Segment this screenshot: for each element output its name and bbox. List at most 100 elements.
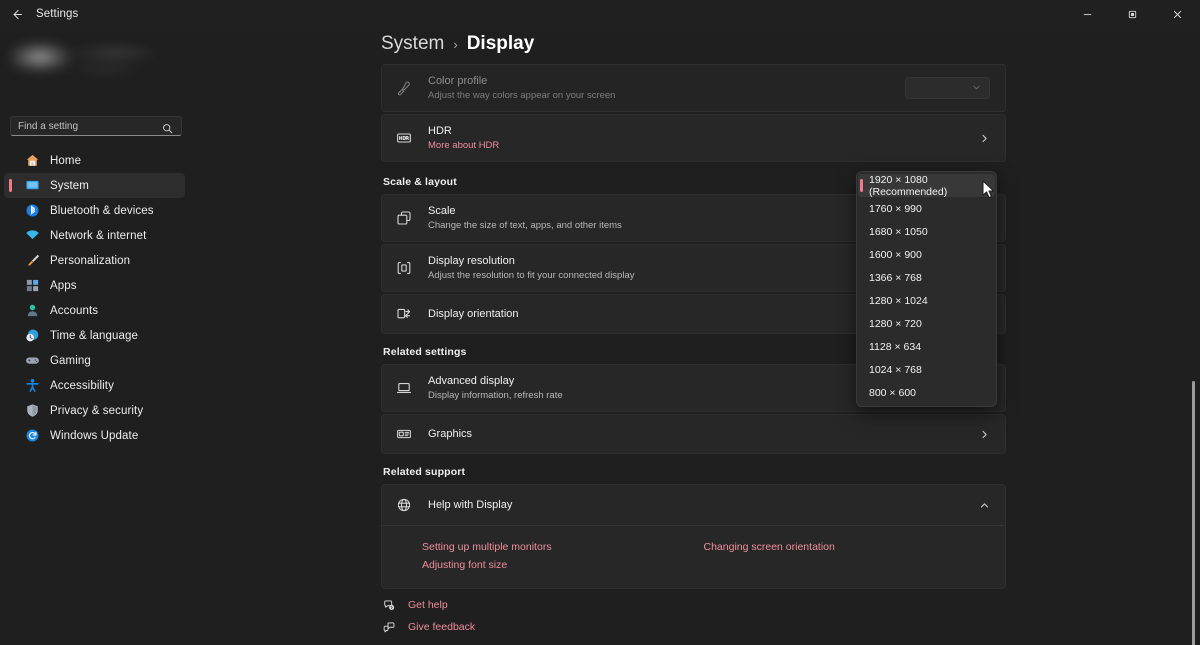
sidebar-item-apps[interactable]: Apps	[4, 273, 185, 298]
sidebar-nav-list: Home System Bluetooth & devices Network …	[0, 148, 193, 448]
sidebar-item-bluetooth-devices[interactable]: Bluetooth & devices	[4, 198, 185, 223]
breadcrumb-separator: ›	[453, 37, 458, 52]
shield-icon	[24, 403, 40, 419]
sidebar-item-time-language[interactable]: Time & language	[4, 323, 185, 348]
sidebar-item-label: Privacy & security	[50, 404, 144, 417]
resolution-option[interactable]: 1128 × 634	[858, 335, 995, 358]
sidebar-item-windows-update[interactable]: Windows Update	[4, 423, 185, 448]
chevron-up-icon[interactable]	[979, 500, 990, 511]
settings-window: Settings Find a setting Home System Blue…	[0, 0, 1200, 645]
sidebar-item-label: Time & language	[50, 329, 139, 342]
resolution-option[interactable]: 1760 × 990	[858, 197, 995, 220]
get-help-label[interactable]: Get help	[408, 599, 448, 611]
breadcrumb-parent[interactable]: System	[381, 33, 444, 55]
sidebar-item-personalization[interactable]: Personalization	[4, 248, 185, 273]
resolution-option-label: 1128 × 634	[869, 340, 922, 353]
display-resolution-icon	[392, 260, 416, 276]
color-profile-combobox[interactable]	[905, 77, 990, 99]
resolution-option-label: 1920 × 1080 (Recommended)	[869, 173, 948, 198]
related-support-heading: Related support	[383, 466, 466, 478]
clock-globe-icon	[24, 328, 40, 344]
scrollbar-thumb[interactable]	[1192, 381, 1195, 645]
paintbrush-icon	[24, 253, 40, 269]
accessibility-person-icon	[24, 378, 40, 394]
color-profile-card: Color profile Adjust the way colors appe…	[381, 64, 1006, 112]
user-profile-blurred-image	[10, 33, 180, 81]
resolution-option[interactable]: 1600 × 900	[858, 243, 995, 266]
help-link-multiple-monitors[interactable]: Setting up multiple monitors	[422, 538, 694, 556]
help-with-display-text: Help with Display	[428, 498, 979, 512]
page-title: Display	[466, 33, 535, 54]
help-with-display-header[interactable]: Help with Display	[382, 485, 1005, 525]
system-monitor-icon	[24, 178, 40, 194]
footer-links: Get help Give feedback	[383, 594, 475, 638]
person-icon	[24, 303, 40, 319]
hdr-card[interactable]: HDR More about HDR	[381, 114, 1006, 162]
globe-help-icon	[392, 497, 416, 513]
sidebar-item-accessibility[interactable]: Accessibility	[4, 373, 185, 398]
resolution-option-label: 800 × 600	[869, 386, 917, 399]
give-feedback-row[interactable]: Give feedback	[383, 616, 475, 638]
wifi-icon	[24, 228, 40, 244]
graphics-card[interactable]: Graphics	[381, 414, 1006, 454]
sidebar-item-label: Apps	[50, 279, 77, 292]
maximize-button[interactable]	[1110, 0, 1155, 28]
resolution-option[interactable]: 1024 × 768	[858, 358, 995, 381]
resolution-dropdown-list[interactable]: 1920 × 1080 (Recommended) 1760 × 990 1680 …	[856, 171, 997, 407]
resolution-option[interactable]: 1280 × 720	[858, 312, 995, 335]
sidebar-item-accounts[interactable]: Accounts	[4, 298, 185, 323]
hdr-more-link[interactable]: More about HDR	[428, 139, 979, 152]
search-input[interactable]	[11, 120, 151, 132]
sidebar-item-system[interactable]: System	[4, 173, 185, 198]
sidebar-item-privacy-security[interactable]: Privacy & security	[4, 398, 185, 423]
minimize-button[interactable]	[1065, 0, 1110, 28]
resolution-option[interactable]: 1680 × 1050	[858, 220, 995, 243]
sidebar-item-network-internet[interactable]: Network & internet	[4, 223, 185, 248]
sidebar: Home System	[0, 28, 193, 645]
resolution-option-label: 1366 × 768	[869, 271, 922, 284]
resolution-option-label: 1024 × 768	[869, 363, 922, 376]
back-button[interactable]	[0, 0, 32, 28]
sidebar-item-label: Gaming	[50, 354, 91, 367]
sidebar-item-gaming[interactable]: Gaming	[4, 348, 185, 373]
vertical-scrollbar[interactable]	[1186, 56, 1200, 645]
help-links-left: Setting up multiple monitors Adjusting f…	[382, 538, 694, 574]
sidebar-item-home[interactable]: Home	[4, 148, 185, 173]
resolution-option[interactable]: 1280 × 1024	[858, 289, 995, 312]
graphics-text: Graphics	[428, 427, 979, 441]
window-controls	[1065, 0, 1200, 28]
close-button[interactable]	[1155, 0, 1200, 28]
update-refresh-icon	[24, 428, 40, 444]
help-with-display-title: Help with Display	[428, 499, 513, 511]
search-box[interactable]	[10, 116, 182, 136]
sidebar-item-label: System	[50, 179, 89, 192]
scale-resize-icon	[392, 210, 416, 226]
help-link-screen-orientation[interactable]: Changing screen orientation	[704, 538, 1006, 556]
chevron-right-icon	[979, 133, 990, 144]
selection-indicator	[860, 179, 863, 192]
search-icon	[162, 121, 173, 139]
bluetooth-icon	[24, 203, 40, 219]
help-link-font-size[interactable]: Adjusting font size	[422, 556, 694, 574]
sidebar-item-label: Accounts	[50, 304, 99, 317]
graphics-card-icon	[392, 426, 416, 442]
resolution-option[interactable]: 1920 × 1080 (Recommended)	[858, 173, 995, 198]
help-links-right: Changing screen orientation	[694, 538, 1006, 574]
resolution-option[interactable]: 1366 × 768	[858, 266, 995, 289]
color-profile-title: Color profile	[428, 75, 488, 87]
hdr-text: HDR More about HDR	[428, 124, 979, 152]
main-content: System › Display Color profile Adjust th…	[193, 28, 1200, 645]
selection-indicator	[9, 179, 12, 192]
sidebar-item-label: Accessibility	[50, 379, 114, 392]
resolution-option[interactable]: 800 × 600	[858, 381, 995, 404]
give-feedback-label[interactable]: Give feedback	[408, 621, 475, 633]
user-profile[interactable]	[10, 28, 180, 83]
sidebar-item-label: Home	[50, 154, 82, 167]
title-bar: Settings	[0, 0, 1200, 28]
resolution-option-label: 1680 × 1050	[869, 225, 928, 238]
apps-grid-icon	[24, 278, 40, 294]
get-help-row[interactable]: Get help	[383, 594, 475, 616]
sidebar-item-label: Personalization	[50, 254, 131, 267]
chevron-down-icon	[972, 79, 981, 97]
window-title: Settings	[36, 8, 79, 20]
